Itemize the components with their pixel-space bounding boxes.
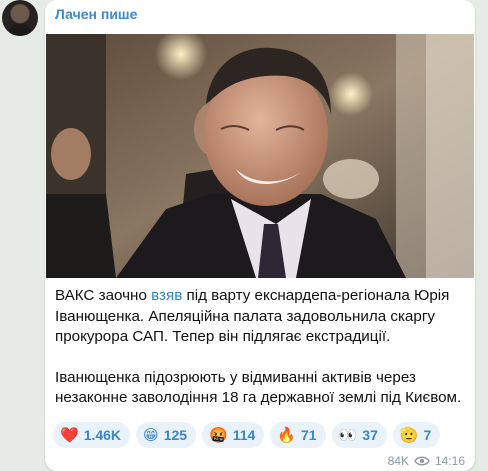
message-bubble: Лачен пише ВАКС заочно взяв під варту ек… <box>45 0 475 471</box>
reaction-count: 37 <box>362 427 378 443</box>
reaction-eyes[interactable]: 👀 37 <box>331 422 387 448</box>
channel-avatar[interactable] <box>2 0 38 36</box>
reaction-count: 7 <box>423 427 432 443</box>
post-paragraph-2: Іванющенка підозрюють у відмиванні актив… <box>55 368 462 407</box>
paragraph-text: ВАКС заочно <box>55 287 152 304</box>
reaction-salute[interactable]: 🫡 7 <box>392 422 441 448</box>
reaction-count: 1.46K <box>83 427 122 443</box>
channel-name[interactable]: Лачен пише <box>55 6 137 22</box>
message-meta: 84K 14:16 <box>388 454 465 468</box>
heart-icon: ❤️ <box>60 425 79 444</box>
grin-icon: 😁 <box>143 425 159 444</box>
avatar-figure <box>8 24 32 36</box>
eye-icon <box>414 456 430 466</box>
post-text: ВАКС заочно взяв під варту екснардепа-ре… <box>55 286 467 409</box>
reaction-count: 125 <box>163 427 188 443</box>
post-photo[interactable] <box>46 34 474 278</box>
reaction-count: 114 <box>232 427 256 443</box>
reaction-cursing[interactable]: 🤬 114 <box>202 422 265 448</box>
reaction-fire[interactable]: 🔥 71 <box>270 422 326 448</box>
message-time: 14:16 <box>434 454 465 468</box>
reaction-grin[interactable]: 😁 125 <box>136 422 197 448</box>
post-paragraph-1: ВАКС заочно взяв під варту екснардепа-ре… <box>55 286 467 348</box>
reaction-count: 71 <box>301 427 317 443</box>
reaction-heart[interactable]: ❤️ 1.46K <box>53 422 131 448</box>
cursing-face-icon: 🤬 <box>209 425 228 444</box>
salute-icon: 🫡 <box>399 425 419 444</box>
fire-icon: 🔥 <box>277 425 297 444</box>
post-link[interactable]: взяв <box>151 287 182 304</box>
eyes-icon: 👀 <box>338 425 358 444</box>
view-count: 84K <box>387 454 409 468</box>
reactions-bar: ❤️ 1.46K 😁 125 🤬 114 🔥 71 👀 37 🫡 7 <box>53 422 441 448</box>
